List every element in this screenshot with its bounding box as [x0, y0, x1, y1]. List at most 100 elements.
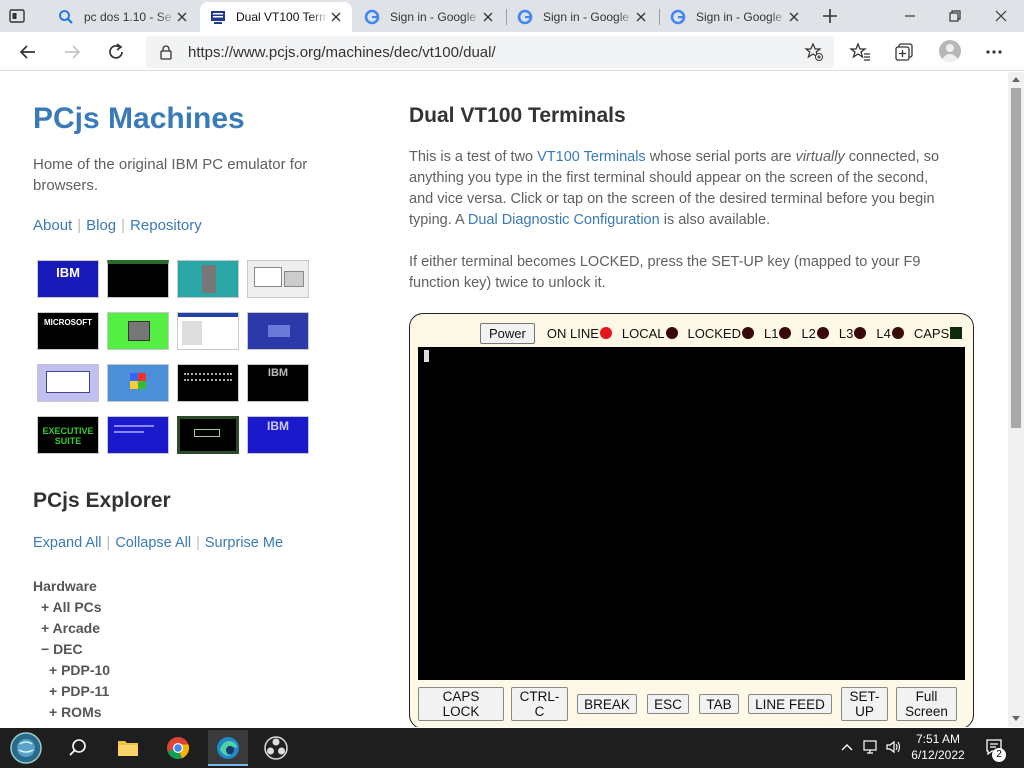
scroll-up-arrow-icon[interactable] [1012, 77, 1020, 82]
favorites-icon[interactable] [849, 41, 871, 63]
thumbnail-green-screen[interactable] [107, 312, 169, 350]
close-icon[interactable] [480, 9, 496, 25]
terminal-screen[interactable] [418, 347, 965, 680]
clock-date: 6/12/2022 [911, 748, 965, 762]
close-window-icon[interactable] [991, 6, 1011, 26]
collapse-all-link[interactable]: Collapse All [115, 535, 191, 551]
thumbnail-label: EXECUTIVE SUITE [42, 426, 94, 446]
lock-icon[interactable] [158, 44, 174, 60]
tab-3[interactable]: Sign in - Google [507, 2, 657, 32]
thumbnail-ibm-logo[interactable]: IBM [37, 260, 99, 298]
thumbnail-cyan-screen[interactable] [177, 260, 239, 298]
pcjs-favicon-icon [211, 11, 225, 24]
refresh-icon[interactable] [105, 41, 127, 63]
close-icon[interactable] [174, 9, 190, 25]
thumbnail-windows-dialog[interactable] [247, 260, 309, 298]
thumbnail-windows-explorer[interactable] [177, 312, 239, 350]
vt100-terminals-link[interactable]: VT100 Terminals [537, 149, 646, 165]
led-l2 [816, 327, 829, 339]
tab-0[interactable]: pc dos 1.10 - Se [48, 2, 198, 32]
new-tab-icon[interactable] [820, 6, 840, 26]
line-feed-key[interactable]: LINE FEED [748, 694, 832, 714]
thumbnail-windows-95[interactable] [107, 364, 169, 402]
search-taskbar-icon[interactable] [60, 732, 96, 764]
full-screen-key[interactable]: Full Screen [896, 687, 957, 721]
site-title[interactable]: PCjs Machines [33, 102, 245, 136]
led-label-l4: L4 [876, 325, 891, 341]
break-key[interactable]: BREAK [577, 694, 637, 714]
thumbnail-windows-desktop[interactable] [37, 364, 99, 402]
link-separator: | [196, 535, 200, 551]
tree-item-roms[interactable]: + ROMs [33, 702, 110, 723]
intro-emphasis: virtually [795, 149, 845, 165]
thumbnail-windows-splash[interactable] [247, 312, 309, 350]
add-favorite-icon[interactable] [804, 42, 824, 62]
google-icon [517, 9, 533, 25]
tree-item-all-pcs[interactable]: + All PCs [33, 597, 110, 618]
dual-diagnostic-link[interactable]: Dual Diagnostic Configuration [468, 212, 660, 228]
tab-title: pc dos 1.10 - Se [84, 10, 172, 24]
blog-link[interactable]: Blog [86, 217, 116, 234]
caps-lock-key[interactable]: CAPS LOCK [418, 687, 504, 721]
tab-title: Dual VT100 Term [236, 10, 328, 24]
thumbnail-dark-text[interactable] [177, 364, 239, 402]
minimize-icon[interactable] [900, 6, 920, 26]
system-clock[interactable]: 7:51 AM 6/12/2022 [906, 731, 970, 763]
clock-time: 7:51 AM [915, 732, 961, 746]
esc-key[interactable]: ESC [647, 694, 689, 714]
address-bar[interactable]: https://www.pcjs.org/machines/dec/vt100/… [146, 36, 834, 68]
tab-actions-icon[interactable] [8, 7, 26, 25]
key-label: UP [855, 704, 874, 719]
thumbnail-ibm-dark[interactable]: IBM [247, 364, 309, 402]
ctrl-c-key[interactable]: CTRL- C [511, 687, 568, 721]
power-button[interactable]: Power [480, 322, 535, 344]
thumbnail-microsoft[interactable]: MICROSOFT [37, 312, 99, 350]
tree-item-arcade[interactable]: + Arcade [33, 618, 110, 639]
thumbnail-blue-text[interactable] [107, 416, 169, 454]
profile-avatar[interactable] [939, 40, 961, 62]
tab-4[interactable]: Sign in - Google [660, 2, 810, 32]
intro-text: whose serial ports are [645, 149, 796, 165]
tree-item-pdp-11[interactable]: + PDP-11 [33, 681, 110, 702]
thumbnail-label: IBM [267, 367, 289, 379]
close-icon[interactable] [633, 9, 649, 25]
obs-icon[interactable] [258, 732, 294, 764]
about-link[interactable]: About [33, 217, 72, 234]
file-explorer-icon[interactable] [110, 732, 146, 764]
thumbnail-label: IBM [56, 265, 80, 280]
back-icon[interactable] [17, 41, 39, 63]
volume-icon[interactable] [884, 738, 902, 756]
edge-taskbar-button[interactable] [208, 730, 248, 766]
led-online [599, 327, 612, 339]
more-options-icon[interactable] [983, 41, 1005, 63]
scrollbar-thumb[interactable] [1011, 88, 1021, 428]
thumbnail-ibm-blue[interactable]: IBM [247, 416, 309, 454]
tree-item-dec[interactable]: − DEC [33, 639, 110, 660]
show-hidden-icons-icon[interactable] [838, 738, 856, 756]
repository-link[interactable]: Repository [130, 217, 202, 234]
tab-1[interactable]: Dual VT100 Term [200, 2, 352, 32]
url-text[interactable]: https://www.pcjs.org/machines/dec/vt100/… [188, 44, 496, 61]
collections-icon[interactable] [893, 41, 915, 63]
tab-2[interactable]: Sign in - Google [354, 2, 504, 32]
network-icon[interactable] [862, 738, 880, 756]
vt100-terminal: Power ON LINE LOCAL LOCKED L1 L2 L3 L4 C… [409, 313, 974, 727]
thumbnail-executive-suite[interactable]: EXECUTIVE SUITE [37, 416, 99, 454]
thumbnail-green-border[interactable] [177, 416, 239, 454]
tree-item-pdp-10[interactable]: + PDP-10 [33, 660, 110, 681]
key-label: SET- [849, 689, 880, 704]
tab-key[interactable]: TAB [699, 694, 739, 714]
close-icon[interactable] [786, 9, 802, 25]
chrome-icon[interactable] [160, 732, 196, 764]
thumbnail-terminal[interactable] [107, 260, 169, 298]
tree-item-hardware[interactable]: Hardware [33, 576, 110, 597]
scroll-down-arrow-icon[interactable] [1012, 716, 1020, 721]
set-up-key[interactable]: SET- UP [841, 687, 888, 721]
forward-icon[interactable] [61, 41, 83, 63]
expand-all-link[interactable]: Expand All [33, 535, 102, 551]
surprise-me-link[interactable]: Surprise Me [205, 535, 283, 551]
page-scrollbar[interactable] [1008, 72, 1024, 727]
start-orb-icon[interactable] [6, 730, 46, 766]
close-icon[interactable] [328, 9, 344, 25]
restore-icon[interactable] [945, 6, 965, 26]
